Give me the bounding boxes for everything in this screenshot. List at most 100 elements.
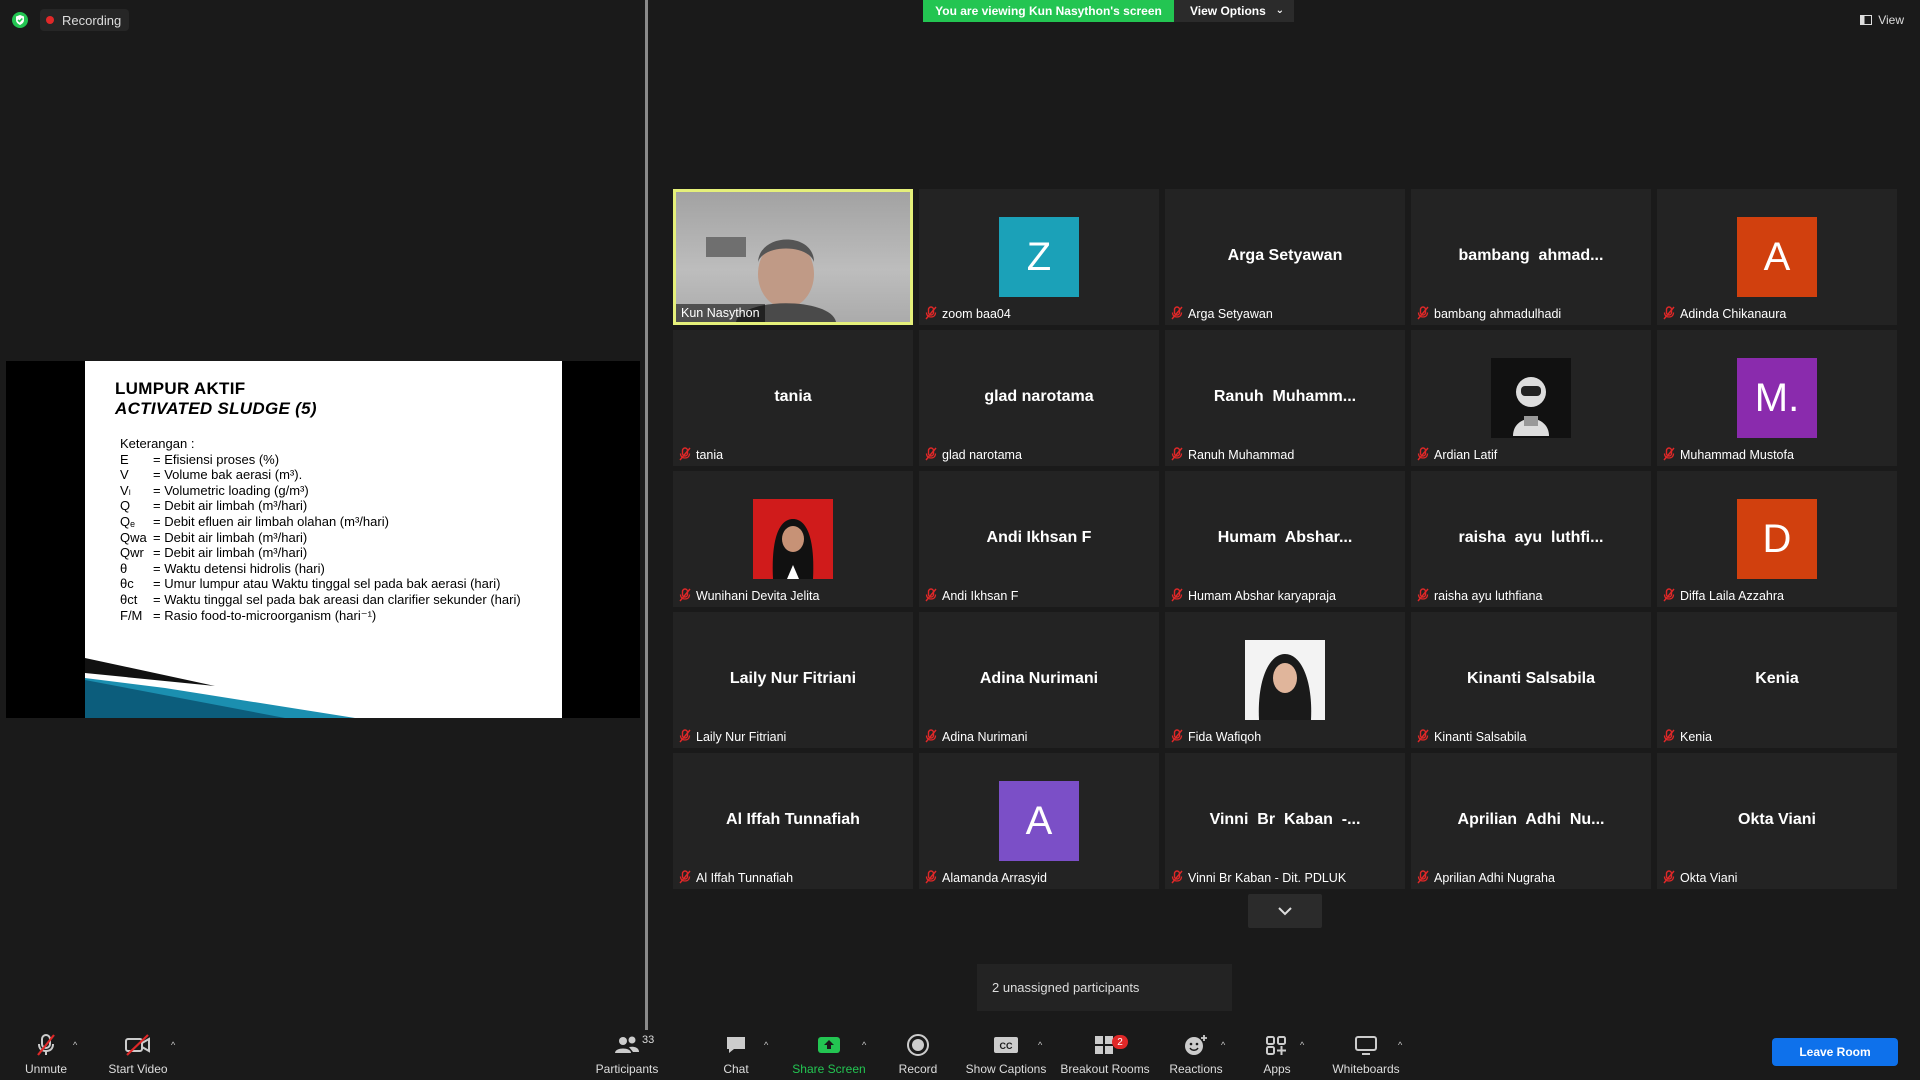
presentation-slide: LUMPUR AKTIF ACTIVATED SLUDGE (5) Ketera…: [85, 361, 562, 718]
participant-tile[interactable]: Wunihani Devita Jelita: [673, 471, 913, 607]
participant-tile[interactable]: Andi Ikhsan F Andi Ikhsan F: [919, 471, 1159, 607]
participant-tile[interactable]: A Adinda Chikanaura: [1657, 189, 1897, 325]
muted-mic-icon: [679, 728, 696, 746]
participant-tile[interactable]: raisha ayu luthfi... raisha ayu luthfiana: [1411, 471, 1651, 607]
chat-options-caret-icon[interactable]: ^: [764, 1040, 768, 1050]
share-options-caret-icon[interactable]: ^: [862, 1040, 866, 1050]
whiteboards-options-caret-icon[interactable]: ^: [1398, 1040, 1402, 1050]
participant-tile[interactable]: Ardian Latif: [1411, 330, 1651, 466]
unassigned-participants-tooltip[interactable]: 2 unassigned participants: [977, 964, 1232, 1011]
participant-name: Andi Ikhsan F: [942, 589, 1019, 603]
participant-name: Humam Abshar karyapraja: [1188, 589, 1336, 603]
participant-tile[interactable]: Arga Setyawan Arga Setyawan: [1165, 189, 1405, 325]
slide-symbol: V: [120, 467, 129, 483]
participant-tile[interactable]: bambang ahmad... bambang ahmadulhadi: [1411, 189, 1651, 325]
participant-tile[interactable]: Zzoom baa04: [919, 189, 1159, 325]
security-shield-icon[interactable]: [12, 12, 28, 28]
muted-mic-icon: [1171, 446, 1188, 464]
participant-tile[interactable]: Kun Nasython: [673, 189, 913, 325]
show-captions-button[interactable]: CC Show Captions: [966, 1030, 1046, 1080]
slide-description: = Debit air limbah (m³/hari): [153, 545, 308, 561]
record-button[interactable]: Record: [898, 1030, 938, 1080]
slide-description: = Waktu detensi hidrolis (hari): [153, 560, 325, 576]
apps-button[interactable]: Apps: [1255, 1030, 1299, 1080]
muted-mic-icon: [1663, 446, 1680, 464]
recording-indicator[interactable]: Recording: [40, 9, 130, 31]
record-label: Record: [898, 1062, 938, 1076]
participant-tile[interactable]: Adina Nurimani Adina Nurimani: [919, 612, 1159, 748]
avatar: D: [1737, 499, 1817, 579]
view-button[interactable]: View: [1860, 10, 1904, 30]
participant-name: bambang ahmadulhadi: [1434, 307, 1562, 321]
whiteboards-button[interactable]: Whiteboards: [1330, 1030, 1402, 1080]
participant-name-label: Ranuh Muhammad: [1171, 446, 1294, 464]
participant-tile[interactable]: Kinanti Salsabila Kinanti Salsabila: [1411, 612, 1651, 748]
breakout-rooms-button[interactable]: Breakout Rooms: [1060, 1030, 1150, 1080]
slide-definition-row: Qₑ = Debit efluen air limbah olahan (m³/h…: [120, 514, 550, 530]
participant-tile[interactable]: D Diffa Laila Azzahra: [1657, 471, 1897, 607]
avatar: Z: [999, 217, 1079, 297]
participant-display-name: Kenia: [1755, 670, 1799, 687]
view-button-label: View: [1878, 13, 1904, 27]
gallery-next-page-button[interactable]: [1248, 894, 1322, 928]
participant-tile[interactable]: Humam Abshar... Humam Abshar karyapraja: [1165, 471, 1405, 607]
slide-swoosh-decoration: [85, 658, 355, 718]
video-off-icon: [124, 1030, 152, 1060]
participant-display-name: tania: [774, 388, 812, 405]
participant-tile[interactable]: Kenia Kenia: [1657, 612, 1897, 748]
participant-name: Kun Nasython: [681, 306, 760, 320]
muted-mic-icon: [925, 446, 942, 464]
slide-symbol: Q: [120, 498, 131, 514]
apps-label: Apps: [1263, 1062, 1291, 1076]
participant-name-label: Fida Wafiqoh: [1171, 728, 1261, 746]
participant-tile[interactable]: Laily Nur Fitriani Laily Nur Fitriani: [673, 612, 913, 748]
participant-name-label: bambang ahmadulhadi: [1417, 305, 1561, 323]
audio-options-caret-icon[interactable]: ^: [73, 1040, 77, 1050]
participant-tile[interactable]: Vinni Br Kaban -... Vinni Br Kaban - Dit.…: [1165, 753, 1405, 889]
slide-description: = Debit air limbah (m³/hari): [153, 498, 308, 514]
avatar: [753, 499, 833, 579]
participant-display-name: Kinanti Salsabila: [1466, 670, 1596, 687]
apps-options-caret-icon[interactable]: ^: [1300, 1040, 1304, 1050]
video-options-caret-icon[interactable]: ^: [171, 1040, 175, 1050]
participant-name: Wunihani Devita Jelita: [696, 589, 820, 603]
slide-description: = Efisiensi proses (%): [153, 451, 280, 467]
participant-name: Kenia: [1680, 730, 1712, 744]
participant-display-name: Aprilian Adhi Nu...: [1457, 811, 1605, 828]
unmute-button[interactable]: Unmute: [20, 1030, 72, 1080]
participant-display-name: Ranuh Muhamm...: [1213, 388, 1357, 405]
participants-icon: [613, 1030, 641, 1060]
participant-tile[interactable]: tania tania: [673, 330, 913, 466]
breakout-rooms-label: Breakout Rooms: [1060, 1062, 1150, 1076]
closed-captions-icon: CC: [993, 1030, 1019, 1060]
slide-symbol: Qwr: [120, 545, 144, 561]
start-video-button[interactable]: Start Video: [104, 1030, 172, 1080]
participant-tile[interactable]: Fida Wafiqoh: [1165, 612, 1405, 748]
chat-button[interactable]: Chat: [716, 1030, 756, 1080]
participant-tile[interactable]: Al Iffah Tunnafiah Al Iffah Tunnafiah: [673, 753, 913, 889]
chevron-down-icon: [1278, 907, 1292, 916]
muted-mic-icon: [679, 869, 696, 887]
participant-name: zoom baa04: [942, 307, 1011, 321]
participant-tile[interactable]: Aprilian Adhi Nu... Aprilian Adhi Nugraha: [1411, 753, 1651, 889]
slide-definition-row: Qwr = Debit air limbah (m³/hari): [120, 545, 550, 561]
participant-tile[interactable]: Ranuh Muhamm... Ranuh Muhammad: [1165, 330, 1405, 466]
view-options-button[interactable]: View Options ⌄: [1174, 0, 1294, 22]
reactions-button[interactable]: Reactions: [1166, 1030, 1226, 1080]
leave-room-button[interactable]: Leave Room: [1772, 1038, 1898, 1066]
participant-tile[interactable]: M. Muhammad Mustofa: [1657, 330, 1897, 466]
participant-tile[interactable]: A Alamanda Arrasyid: [919, 753, 1159, 889]
participant-name-label: Vinni Br Kaban - Dit. PDLUK: [1171, 869, 1346, 887]
muted-mic-icon: [925, 728, 942, 746]
slide-title: LUMPUR AKTIF: [115, 379, 246, 398]
reactions-options-caret-icon[interactable]: ^: [1221, 1040, 1225, 1050]
captions-options-caret-icon[interactable]: ^: [1038, 1040, 1042, 1050]
split-view-divider[interactable]: [645, 0, 648, 1030]
share-screen-button[interactable]: Share Screen: [792, 1030, 866, 1080]
muted-mic-icon: [679, 587, 696, 605]
slide-symbol: Qₑ: [120, 513, 135, 529]
participant-tile[interactable]: Okta Viani Okta Viani: [1657, 753, 1897, 889]
participant-tile[interactable]: glad narotama glad narotama: [919, 330, 1159, 466]
participant-video: [676, 192, 910, 322]
participant-name-label: zoom baa04: [925, 305, 1011, 323]
